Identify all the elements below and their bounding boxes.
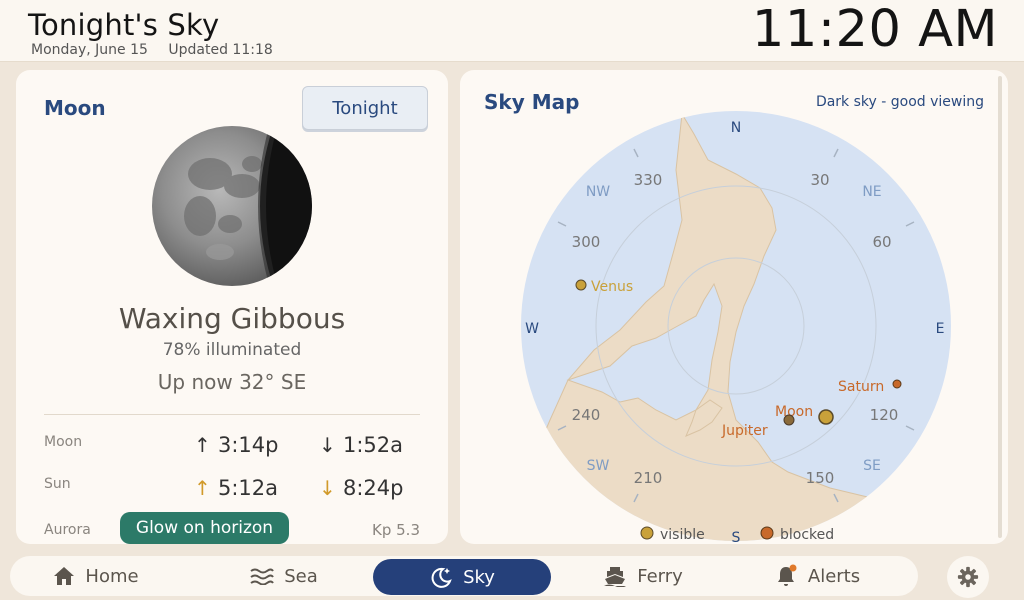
degree-240-label: 240 <box>572 406 601 424</box>
compass-w-label: W <box>525 321 539 337</box>
sky-status: Dark sky - good viewing <box>815 94 984 110</box>
moon-position: Up now 32° SE <box>157 370 307 394</box>
moon-row-label: Moon <box>44 434 83 450</box>
sunset-arrow-icon: ↓ <box>319 476 336 500</box>
gear-icon <box>957 566 979 588</box>
set-arrow-icon: ↓ <box>319 433 336 457</box>
nav-sea[interactable]: Sea <box>234 556 334 596</box>
degree-30-label: 30 <box>810 171 829 189</box>
legend-blocked-label: blocked <box>780 527 834 543</box>
sky-map[interactable]: N E W S NE NW SE SW 30 60 120 150 210 24… <box>460 70 1008 544</box>
compass-s-label: S <box>732 530 741 544</box>
moon-rise: ↑ 3:14p <box>194 433 279 457</box>
venus-marker <box>575 279 587 291</box>
settings-button[interactable] <box>947 556 989 598</box>
home-icon <box>54 567 75 585</box>
compass-e-label: E <box>936 321 945 337</box>
nav-alerts-label: Alerts <box>807 565 861 587</box>
degree-210-label: 210 <box>634 469 663 487</box>
waves-icon <box>250 568 275 585</box>
rise-arrow-icon: ↑ <box>194 433 211 457</box>
sky-map-card: N E W S NE NW SE SW 30 60 120 150 210 24… <box>460 70 1008 544</box>
sun-set-time: 8:24p <box>343 476 404 500</box>
moon-phase-name: Waxing Gibbous <box>118 302 346 335</box>
moon-card-title: Moon <box>44 96 106 120</box>
page-title: Tonight's Sky <box>28 8 220 42</box>
saturn-marker <box>892 379 902 389</box>
sunrise-arrow-icon: ↑ <box>194 476 211 500</box>
degree-60-label: 60 <box>872 233 891 251</box>
moon-phase-image <box>152 126 312 286</box>
nav-ferry[interactable]: Ferry <box>588 556 698 596</box>
compass-n-label: N <box>731 120 741 136</box>
nav-sky-label: Sky <box>463 566 495 588</box>
moon-marker <box>818 409 834 425</box>
alerts-notification-dot <box>789 564 797 572</box>
sun-rise-time: 5:12a <box>218 476 279 500</box>
venus-label: Venus <box>591 279 633 295</box>
nav-sky[interactable]: Sky <box>373 559 551 595</box>
moon-set-time: 1:52a <box>343 433 404 457</box>
compass-ne-label: NE <box>862 184 881 200</box>
degree-150-label: 150 <box>806 469 835 487</box>
tonight-button[interactable]: Tonight <box>302 86 428 130</box>
jupiter-marker <box>783 414 795 426</box>
moon-stars-icon <box>431 567 452 588</box>
header-subline: Monday, June 15 Updated 11:18 <box>31 42 273 58</box>
nav-alerts[interactable]: Alerts <box>762 556 872 596</box>
jupiter-label: Jupiter <box>721 423 768 439</box>
sun-row-label: Sun <box>44 476 71 492</box>
nav-ferry-label: Ferry <box>637 565 683 587</box>
sky-map-title: Sky Map <box>484 90 580 114</box>
ferry-icon <box>604 567 627 587</box>
legend-visible-label: visible <box>660 527 705 543</box>
sky-card-scrollbar[interactable] <box>998 76 1002 538</box>
moon-sky-label: Moon <box>775 404 813 420</box>
sun-rise: ↑ 5:12a <box>194 476 278 500</box>
header-bar: Tonight's Sky Monday, June 15 Updated 11… <box>0 0 1024 62</box>
aurora-status-badge[interactable]: Glow on horizon <box>120 512 289 544</box>
nav-home[interactable]: Home <box>36 556 156 596</box>
moon-card: Moon Tonight Waxing Gibbous 78% illumina… <box>16 70 448 544</box>
nav-home-label: Home <box>85 565 139 587</box>
updated-time: Updated 11:18 <box>168 42 273 58</box>
compass-se-label: SE <box>863 458 881 474</box>
legend-blocked-dot <box>760 526 774 540</box>
current-date: Monday, June 15 <box>31 42 148 58</box>
nav-sea-label: Sea <box>284 565 318 587</box>
bell-icon <box>777 564 797 586</box>
moon-rise-time: 3:14p <box>218 433 279 457</box>
moon-set: ↓ 1:52a <box>319 433 403 457</box>
divider <box>44 414 420 415</box>
clock: 11:20 AM <box>751 0 998 59</box>
saturn-label: Saturn <box>838 379 884 395</box>
degree-330-label: 330 <box>634 171 663 189</box>
legend-visible-dot <box>640 526 654 540</box>
compass-sw-label: SW <box>587 458 610 474</box>
moon-illumination: 78% illuminated <box>162 340 302 360</box>
degree-120-label: 120 <box>870 406 899 424</box>
sun-set: ↓ 8:24p <box>319 476 404 500</box>
aurora-row-label: Aurora <box>44 522 91 538</box>
bottom-nav: Home Sea Sky Ferry Alerts <box>10 556 918 596</box>
degree-300-label: 300 <box>572 233 601 251</box>
compass-nw-label: NW <box>586 184 610 200</box>
kp-index: Kp 5.3 <box>372 521 420 539</box>
